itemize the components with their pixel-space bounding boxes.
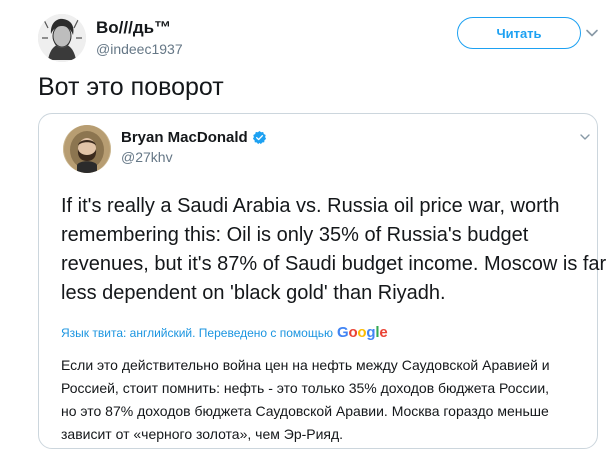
follow-button[interactable]: Читать bbox=[457, 17, 581, 49]
google-logo[interactable]: Google bbox=[337, 324, 388, 341]
verified-badge-icon bbox=[252, 130, 267, 145]
google-logo-letter: g bbox=[366, 324, 376, 341]
translation-attribution: Язык твита: английский. Переведено с пом… bbox=[61, 324, 388, 341]
quoted-name-row: Bryan MacDonald bbox=[121, 129, 267, 146]
quoted-body-line: revenues, but it's 87% of Saudi budget i… bbox=[61, 253, 606, 275]
avatar[interactable] bbox=[63, 125, 111, 173]
quoted-tweet-body: If it's really a Saudi Arabia vs. Russia… bbox=[61, 192, 606, 308]
quoted-body-line: less dependent on 'black gold' than Riya… bbox=[61, 282, 446, 304]
quoted-display-name[interactable]: Bryan MacDonald bbox=[121, 129, 248, 146]
google-logo-letter: e bbox=[379, 324, 388, 341]
avatar[interactable] bbox=[38, 14, 86, 62]
tweet-page: Во///дь™ @indeec1937 Читать Вот это пово… bbox=[0, 0, 606, 457]
google-logo-letter: G bbox=[336, 324, 349, 341]
quoted-tweet-card[interactable]: Bryan MacDonald @27khv If it's really a … bbox=[38, 113, 606, 449]
translated-tweet-body: Если это действительно война цен на нефт… bbox=[61, 354, 591, 446]
author-display-name[interactable]: Во///дь™ bbox=[96, 18, 171, 38]
quoted-body-line: remembering this: Oil is only 35% of Rus… bbox=[61, 224, 529, 246]
author-handle[interactable]: @indeec1937 bbox=[96, 41, 183, 57]
translated-line: но это 87% доходов бюджета Саудовской Ар… bbox=[61, 403, 549, 419]
translation-language-label[interactable]: Язык твита: английский. Переведено с пом… bbox=[61, 326, 333, 340]
quoted-body-line: If it's really a Saudi Arabia vs. Russia… bbox=[61, 195, 560, 217]
quoted-handle[interactable]: @27khv bbox=[121, 149, 173, 165]
translated-line: Россией, стоит помнить: нефть - это толь… bbox=[61, 380, 550, 396]
tweet-text: Вот это поворот bbox=[38, 73, 224, 101]
chevron-down-icon[interactable] bbox=[585, 26, 599, 40]
chevron-down-icon[interactable] bbox=[579, 130, 591, 142]
translated-line: зависит от «черного золота», чем Эр-Рияд… bbox=[61, 426, 344, 442]
tweet-header: Во///дь™ @indeec1937 Читать bbox=[38, 14, 598, 64]
translated-line: Если это действительно война цен на нефт… bbox=[61, 357, 550, 373]
